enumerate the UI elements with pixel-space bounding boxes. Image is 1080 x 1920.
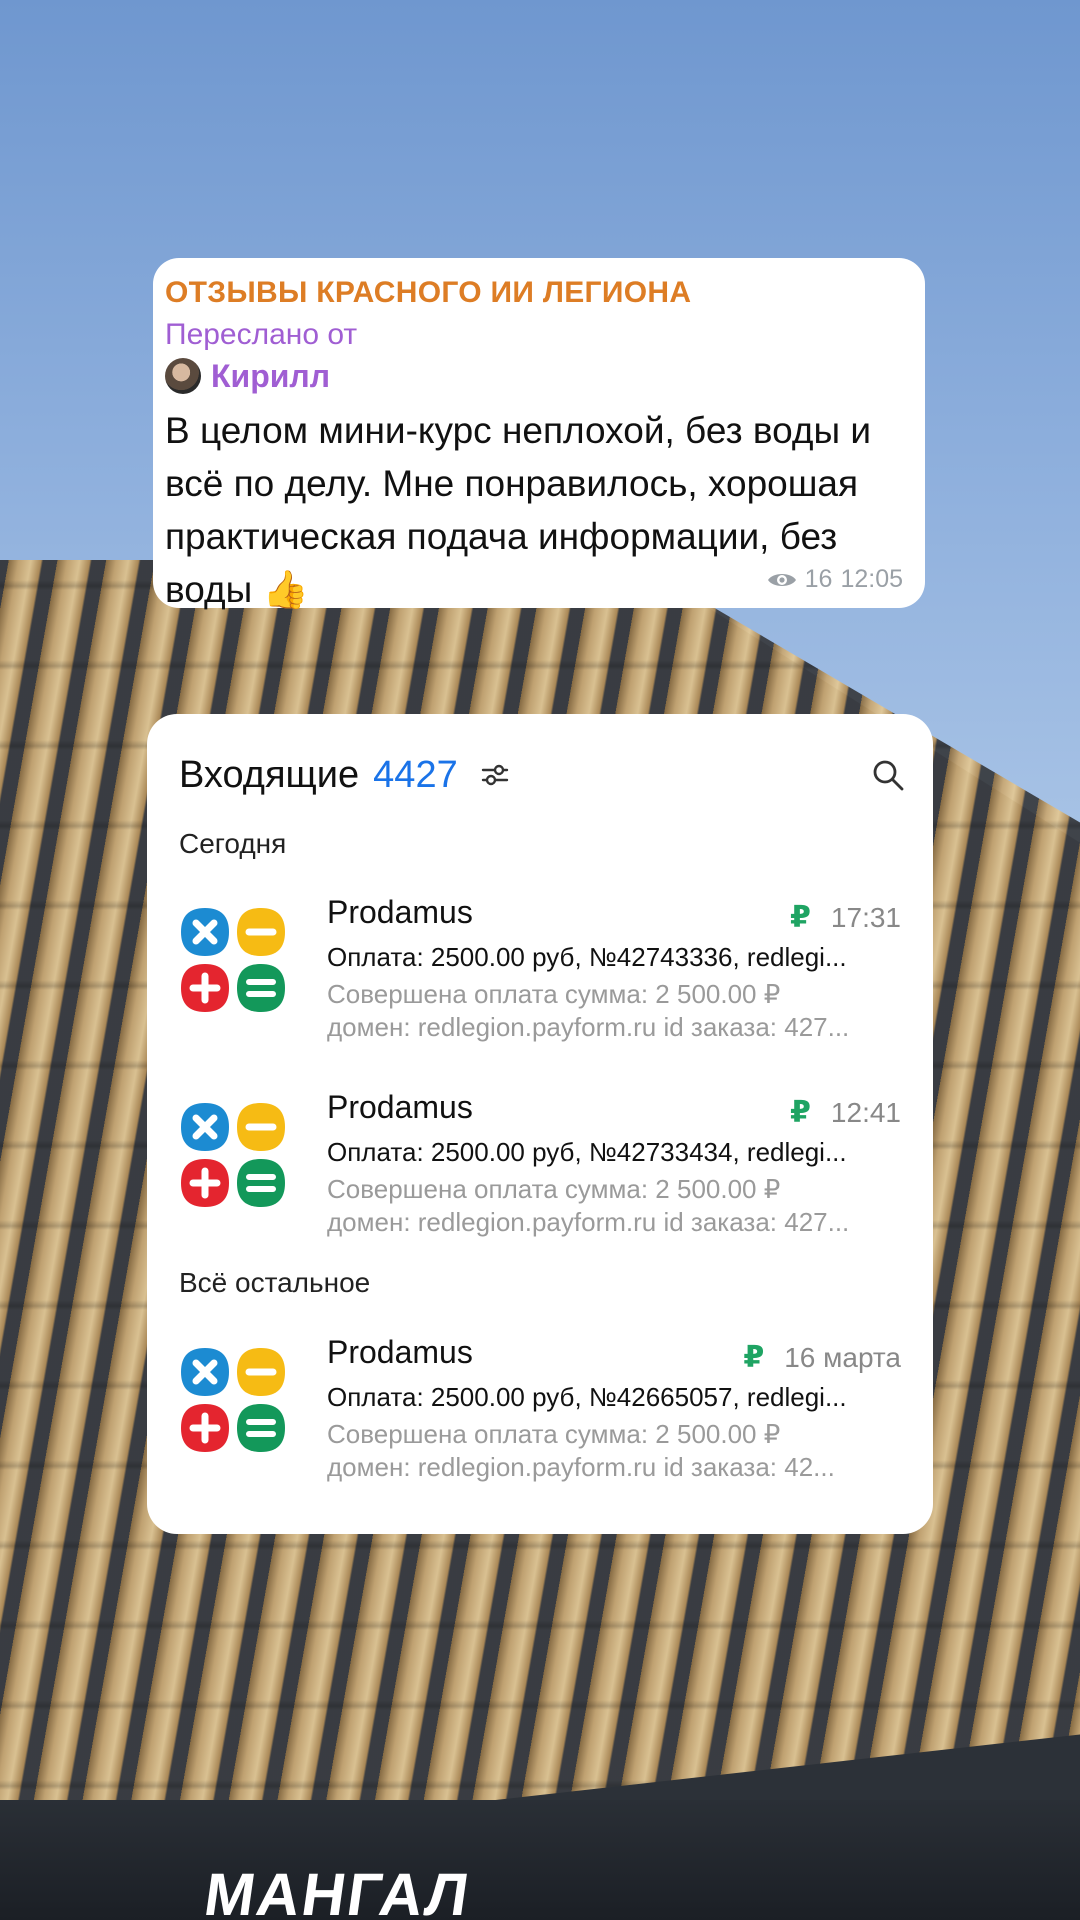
- author-row[interactable]: Кирилл: [165, 356, 915, 396]
- mail-sender: Prodamus: [327, 1334, 473, 1370]
- mail-meta: ₽ 12:41: [790, 1095, 901, 1130]
- prodamus-logo-icon: [181, 908, 285, 1012]
- mail-subject: Оплата: 2500.00 руб, №42665057, redlegi.…: [327, 1382, 847, 1412]
- message-meta: 16 12:05: [767, 565, 903, 594]
- mail-preview: Совершена оплата сумма: 2 500.00 ₽ домен…: [327, 1418, 901, 1484]
- prodamus-logo-icon: [181, 1103, 285, 1207]
- mail-meta: ₽ 16 марта: [743, 1340, 901, 1375]
- view-count: 16: [804, 565, 833, 593]
- author-name[interactable]: Кирилл: [211, 358, 330, 395]
- channel-name[interactable]: ОТЗЫВЫ КРАСНОГО ИИ ЛЕГИОНА: [165, 272, 915, 314]
- inbox-card: Входящие 4427 Сегодня Prodamus ₽ 17:31 О…: [147, 714, 933, 1534]
- mail-sender: Prodamus: [327, 894, 473, 930]
- message-time: 12:05: [840, 565, 903, 593]
- ruble-icon: ₽: [743, 1341, 765, 1374]
- mail-preview-line: Совершена оплата сумма: 2 500.00 ₽: [327, 979, 781, 1009]
- forwarded-message-bubble[interactable]: ОТЗЫВЫ КРАСНОГО ИИ ЛЕГИОНА Переслано от …: [153, 258, 925, 610]
- building-base: [0, 1800, 1080, 1920]
- mail-preview: Совершена оплата сумма: 2 500.00 ₽ домен…: [327, 978, 901, 1044]
- author-avatar[interactable]: [165, 358, 201, 394]
- unread-count: 4427: [373, 753, 458, 796]
- mail-preview-line: Совершена оплата сумма: 2 500.00 ₽: [327, 1174, 781, 1204]
- mail-time: 12:41: [830, 1096, 901, 1128]
- section-other: Всё остальное: [179, 1267, 371, 1298]
- mail-subject: Оплата: 2500.00 руб, №42733434, redlegi.…: [327, 1137, 847, 1167]
- eye-icon: [767, 573, 796, 586]
- mail-preview-line: домен: redlegion.payform.ru id заказа: 4…: [327, 1207, 850, 1237]
- filter-icon[interactable]: [480, 760, 510, 790]
- mail-sender: Prodamus: [327, 1089, 473, 1125]
- mail-subject: Оплата: 2500.00 руб, №42743336, redlegi.…: [327, 942, 847, 972]
- ruble-icon: ₽: [790, 901, 811, 934]
- inbox-title[interactable]: Входящие: [179, 754, 359, 797]
- mail-preview-line: домен: redlegion.payform.ru id заказа: 4…: [327, 1012, 850, 1042]
- mail-preview: Совершена оплата сумма: 2 500.00 ₽ домен…: [327, 1173, 901, 1239]
- section-today: Сегодня: [179, 828, 287, 859]
- store-sign: МАНГАЛ: [200, 1861, 475, 1920]
- mail-preview-line: Совершена оплата сумма: 2 500.00 ₽: [327, 1419, 781, 1449]
- mail-preview-line: домен: redlegion.payform.ru id заказа: 4…: [327, 1452, 835, 1482]
- ruble-icon: ₽: [790, 1096, 811, 1129]
- mail-list-item[interactable]: Prodamus ₽ 12:41 Оплата: 2500.00 руб, №4…: [177, 1089, 901, 1249]
- inbox-header: Входящие 4427: [179, 740, 905, 810]
- mail-list-item[interactable]: Prodamus ₽ 16 марта Оплата: 2500.00 руб,…: [177, 1334, 901, 1494]
- prodamus-logo-icon: [181, 1348, 285, 1452]
- mail-list-item[interactable]: Prodamus ₽ 17:31 Оплата: 2500.00 руб, №4…: [177, 894, 901, 1054]
- mail-meta: ₽ 17:31: [790, 900, 901, 935]
- forwarded-from-label: Переслано от: [165, 318, 358, 351]
- mail-time: 17:31: [830, 901, 901, 933]
- mail-time: 16 марта: [784, 1341, 901, 1373]
- search-icon[interactable]: [871, 758, 905, 792]
